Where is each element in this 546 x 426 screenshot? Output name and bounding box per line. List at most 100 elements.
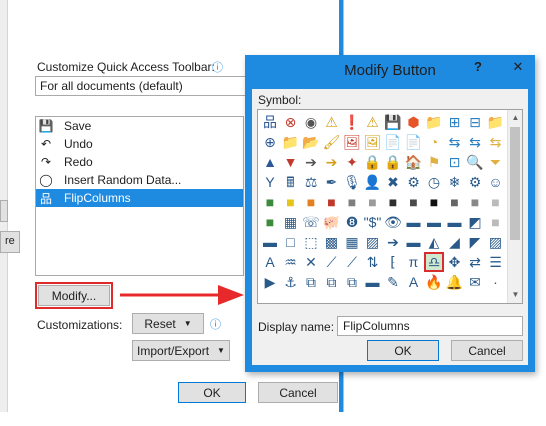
- symbol-cell[interactable]: 品: [260, 112, 280, 132]
- symbol-cell[interactable]: ⇅: [363, 252, 383, 272]
- symbol-cell[interactable]: ▦: [342, 232, 362, 252]
- symbol-cell[interactable]: ⚖: [301, 172, 321, 192]
- symbol-cell[interactable]: 📄: [383, 132, 403, 152]
- symbol-cell[interactable]: ✖: [383, 172, 403, 192]
- symbol-cell[interactable]: 📂: [301, 132, 321, 152]
- symbol-cell[interactable]: ■: [260, 192, 280, 212]
- symbol-cell[interactable]: ⟋: [342, 252, 362, 272]
- symbol-cell[interactable]: ✥: [445, 252, 465, 272]
- symbol-cell[interactable]: ✒: [322, 172, 342, 192]
- symbol-cell[interactable]: ☺: [486, 172, 506, 192]
- cancel-button[interactable]: Cancel: [258, 382, 338, 403]
- symbol-cell[interactable]: ■: [322, 192, 342, 212]
- remove-button-stub[interactable]: re: [0, 231, 20, 253]
- symbol-cell[interactable]: ▲: [260, 152, 280, 172]
- symbol-cell[interactable]: 🖩: [281, 172, 301, 192]
- display-name-input[interactable]: FlipColumns: [337, 316, 523, 336]
- symbol-cell[interactable]: ▩: [322, 232, 342, 252]
- symbol-cell[interactable]: Y: [260, 172, 280, 192]
- symbol-cell[interactable]: ♎: [424, 252, 444, 272]
- symbol-cell[interactable]: 📄: [404, 132, 424, 152]
- symbol-cell[interactable]: ⚠: [363, 112, 383, 132]
- symbol-cell[interactable]: 🏠: [404, 152, 424, 172]
- modal-cancel-button[interactable]: Cancel: [451, 340, 523, 361]
- scroll-up-icon[interactable]: ▲: [508, 110, 523, 126]
- symbol-cell[interactable]: 📁: [486, 112, 506, 132]
- ok-button[interactable]: OK: [178, 382, 246, 403]
- symbol-cell[interactable]: A: [260, 252, 280, 272]
- symbol-cell[interactable]: ▬: [363, 272, 383, 292]
- symbol-cell[interactable]: ⬢: [404, 112, 424, 132]
- symbol-cell[interactable]: ·: [486, 272, 506, 292]
- symbol-cell[interactable]: π: [404, 252, 424, 272]
- symbol-cell[interactable]: ⊕: [260, 132, 280, 152]
- symbol-cell[interactable]: ▬: [424, 212, 444, 232]
- symbol-cell[interactable]: 🎙: [342, 172, 362, 192]
- symbol-cell[interactable]: ⚙: [465, 172, 485, 192]
- symbol-cell[interactable]: 🔔: [445, 272, 465, 292]
- symbol-cell[interactable]: ▨: [363, 232, 383, 252]
- symbol-cell[interactable]: ■: [424, 192, 444, 212]
- symbol-cell[interactable]: ⊗: [281, 112, 301, 132]
- symbol-cell[interactable]: ▶: [260, 272, 280, 292]
- symbol-cell[interactable]: 🔒: [363, 152, 383, 172]
- help-button[interactable]: ?: [467, 59, 489, 74]
- scroll-thumb[interactable]: [510, 127, 520, 240]
- scroll-down-icon[interactable]: ▼: [508, 287, 523, 303]
- symbol-cell[interactable]: ♒: [281, 252, 301, 272]
- symbol-cell[interactable]: ➔: [383, 232, 403, 252]
- symbol-cell[interactable]: ▬: [404, 212, 424, 232]
- symbol-cell[interactable]: 📁: [424, 112, 444, 132]
- symbol-cell[interactable]: ➔: [322, 152, 342, 172]
- symbol-cell[interactable]: ⇆: [465, 132, 485, 152]
- symbol-cell[interactable]: 🖌: [322, 132, 342, 152]
- symbol-cell[interactable]: ⧉: [322, 272, 342, 292]
- symbol-picker[interactable]: 品 ⊗ ◉ ⚠ ❗ ⚠ 💾 ⬢ 📁 ⊞ ⊟ 📁 ⊕ 📁 📂 🖌 🖼 🖼 📄 📄 ◔ ⇆ ⇆ ⇆ ▲ ▼ ➔ ➔ ✦ 🔒 🔒 🏠 ⚑ ⊡ 🔍 ⏷ Y 🖩 ⚖ ✒…: [257, 109, 523, 304]
- symbol-cell[interactable]: A: [404, 272, 424, 292]
- symbol-cell[interactable]: ■: [486, 192, 506, 212]
- symbol-cell[interactable]: ⚙: [404, 172, 424, 192]
- symbol-cell[interactable]: ☰: [486, 252, 506, 272]
- symbol-cell[interactable]: ❗: [342, 112, 362, 132]
- list-item[interactable]: ↷ Redo: [36, 153, 243, 171]
- list-item[interactable]: ↶ Undo: [36, 135, 243, 153]
- symbol-cell[interactable]: ⊞: [445, 112, 465, 132]
- dialog-titlebar[interactable]: Modify Button ? ✕: [245, 55, 535, 89]
- symbol-cell[interactable]: ◔: [424, 132, 444, 152]
- symbol-cell[interactable]: ▬: [445, 212, 465, 232]
- symbol-cell[interactable]: ■: [445, 192, 465, 212]
- import-export-button[interactable]: Import/Export ▼: [132, 340, 230, 361]
- symbol-cell[interactable]: ◭: [424, 232, 444, 252]
- symbol-cell[interactable]: ✉: [465, 272, 485, 292]
- symbol-cell[interactable]: ⟋: [322, 252, 342, 272]
- side-button-stub[interactable]: [0, 200, 8, 222]
- symbol-cell[interactable]: □: [281, 232, 301, 252]
- symbol-cell[interactable]: ■: [486, 212, 506, 232]
- symbol-cell[interactable]: ▦: [281, 212, 301, 232]
- symbol-cell[interactable]: ⇆: [486, 132, 506, 152]
- symbol-cell[interactable]: ■: [260, 212, 280, 232]
- symbol-cell[interactable]: ☏: [301, 212, 321, 232]
- symbol-cell[interactable]: ⊡: [445, 152, 465, 172]
- symbol-cell[interactable]: ▬: [404, 232, 424, 252]
- symbol-cell[interactable]: ⚠: [322, 112, 342, 132]
- symbol-cell[interactable]: 📁: [281, 132, 301, 152]
- symbol-cell[interactable]: ■: [342, 192, 362, 212]
- close-button[interactable]: ✕: [507, 59, 529, 75]
- symbol-cell[interactable]: 🖼: [342, 132, 362, 152]
- symbol-cell[interactable]: 🔥: [424, 272, 444, 292]
- symbol-cell[interactable]: ◤: [465, 232, 485, 252]
- symbol-cell[interactable]: ⁅: [383, 252, 403, 272]
- symbol-cell[interactable]: ▨: [486, 232, 506, 252]
- symbol-cell[interactable]: ⚑: [424, 152, 444, 172]
- symbol-cell[interactable]: 💾: [383, 112, 403, 132]
- symbol-cell[interactable]: 👁: [383, 212, 403, 232]
- symbol-cell[interactable]: ◩: [465, 212, 485, 232]
- symbol-cell[interactable]: ⧉: [301, 272, 321, 292]
- toolbar-commands-list[interactable]: 💾 Save ↶ Undo ↷ Redo ◯ Insert Random Data... 品 Fl…: [35, 116, 244, 276]
- symbol-cell[interactable]: ▬: [260, 232, 280, 252]
- symbol-cell[interactable]: 🐖: [322, 212, 342, 232]
- modal-ok-button[interactable]: OK: [367, 340, 439, 361]
- symbol-scrollbar[interactable]: ▲ ▼: [507, 110, 522, 303]
- list-item[interactable]: ◯ Insert Random Data...: [36, 171, 243, 189]
